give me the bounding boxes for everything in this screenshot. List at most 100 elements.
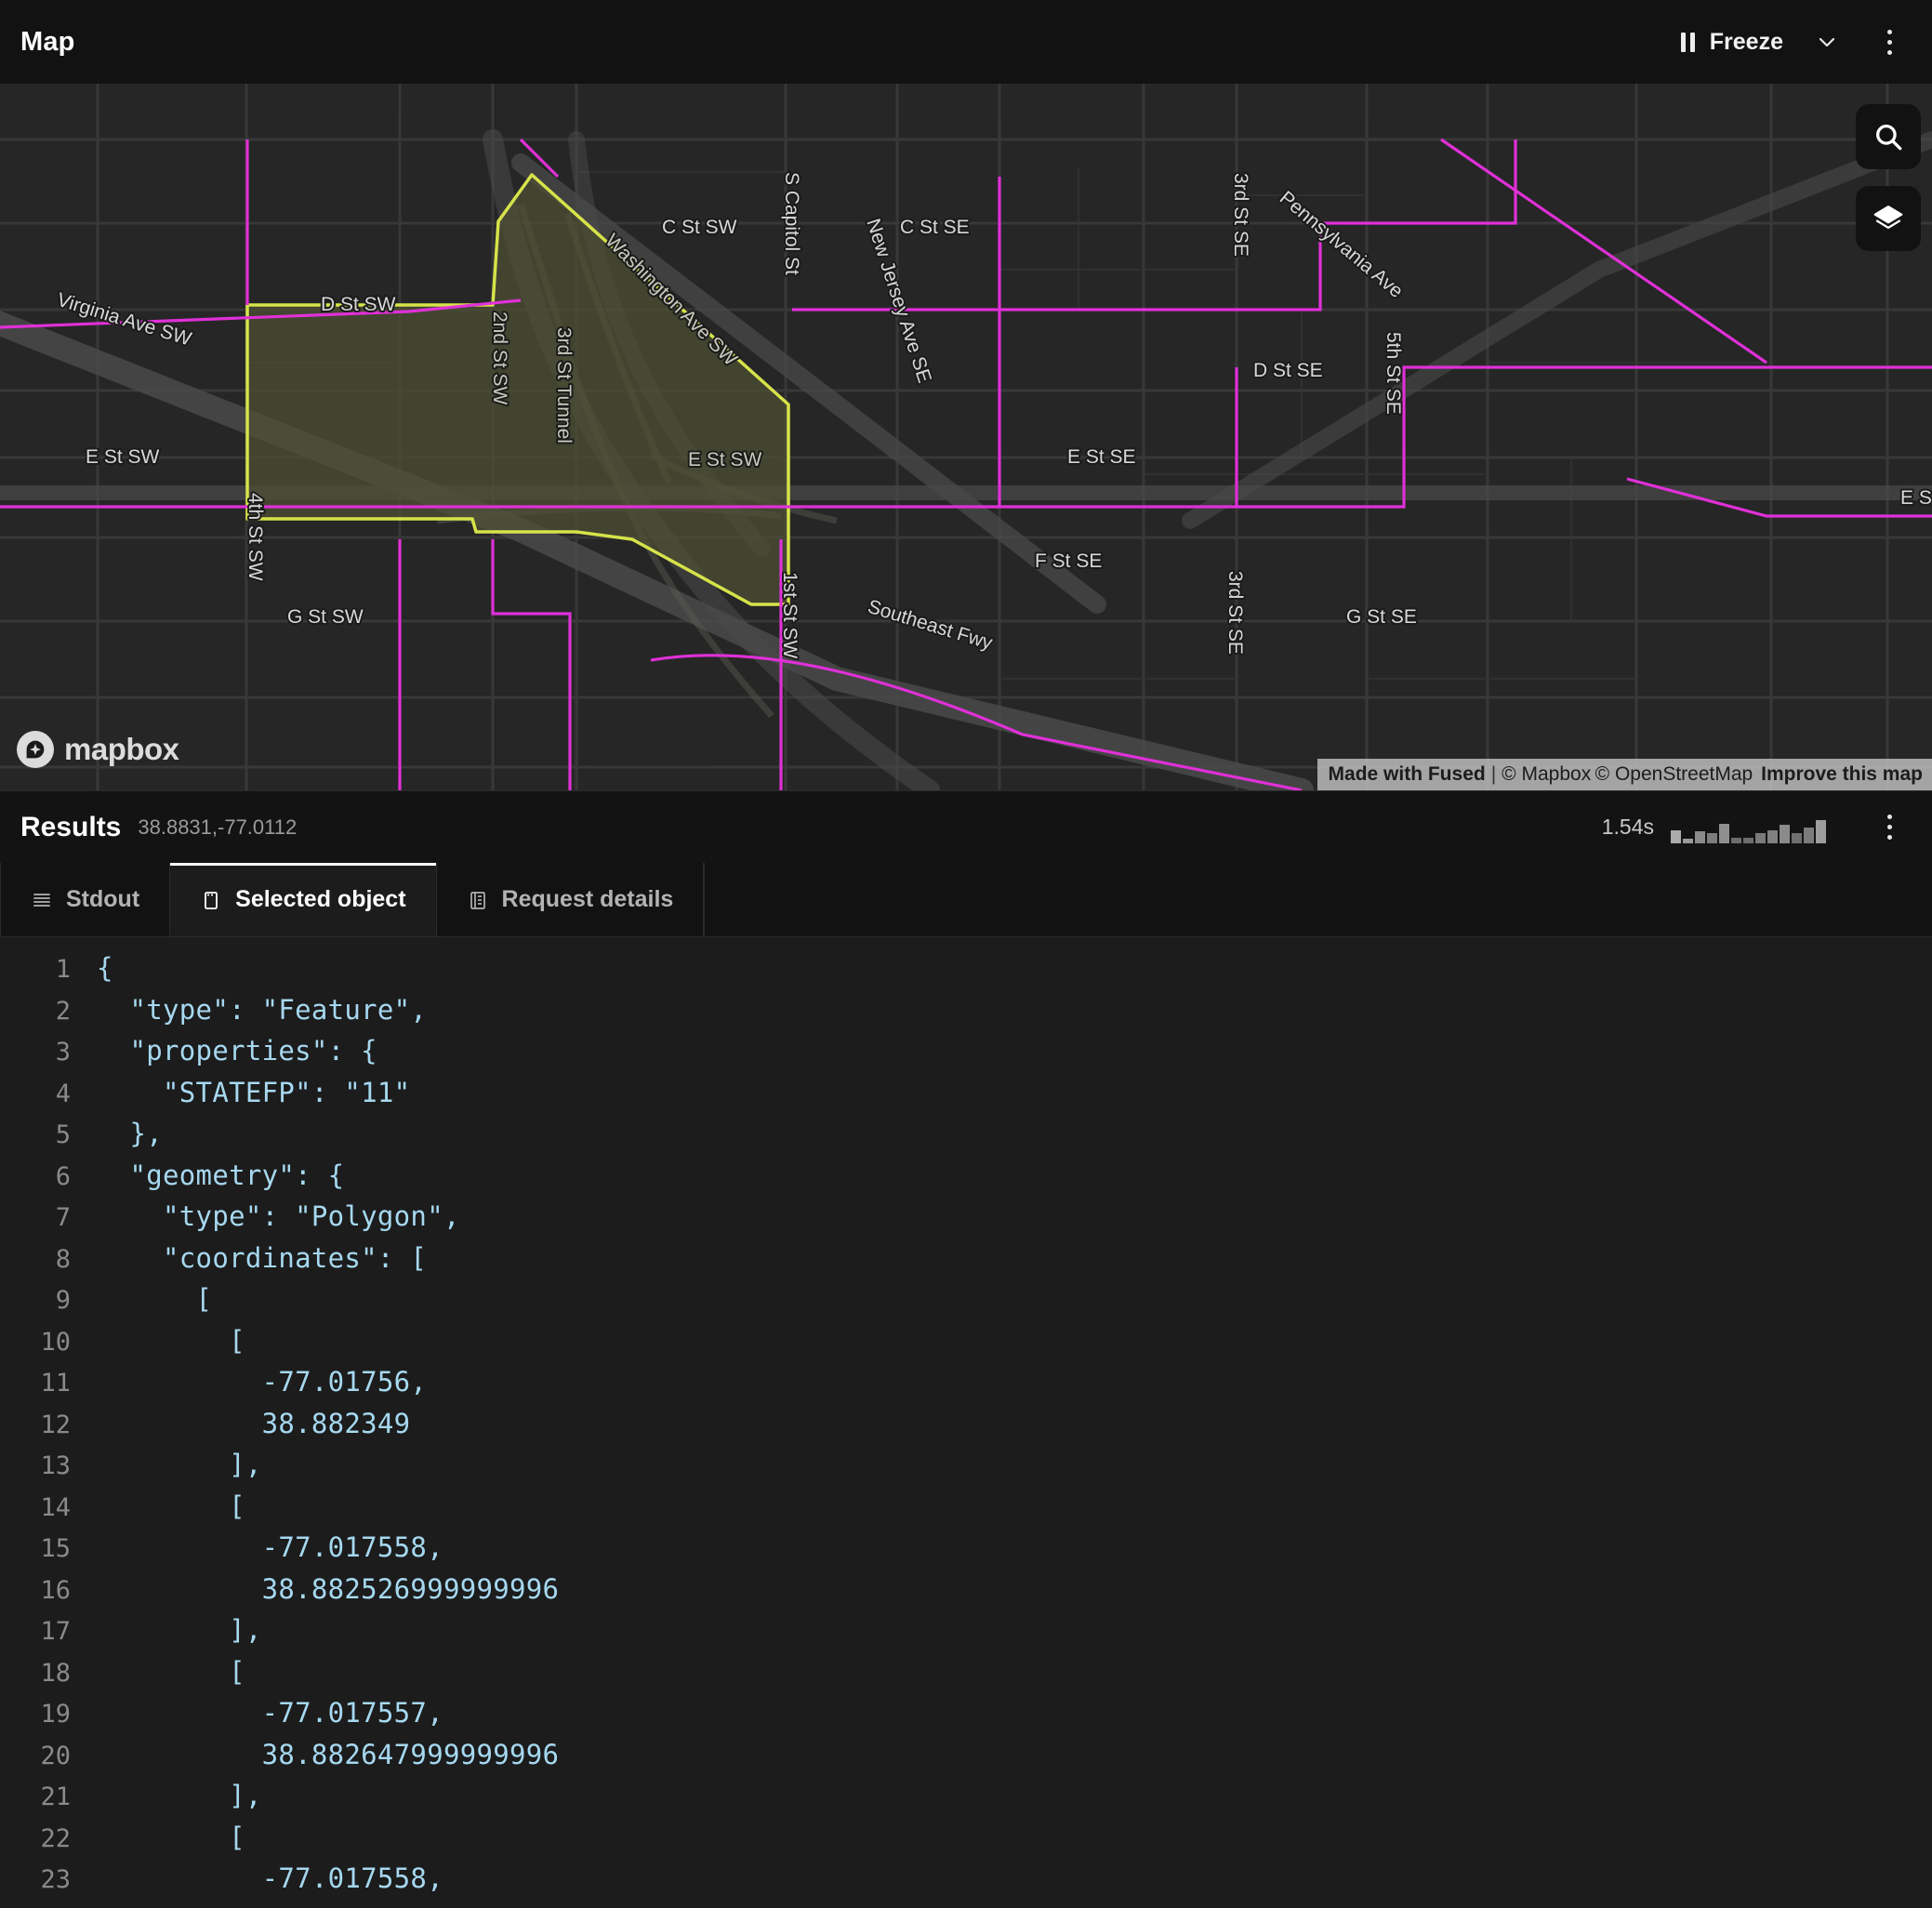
line-number: 20 (0, 1742, 71, 1770)
more-vertical-icon[interactable] (1871, 21, 1908, 62)
code-line-text: -77.017557, (97, 1697, 443, 1729)
code-line-text: "geometry": { (97, 1159, 344, 1191)
svg-text:S Capitol St: S Capitol St (781, 172, 802, 275)
selected-object-code-viewer[interactable]: 1{2 "type": "Feature",3 "properties": {4… (0, 937, 1932, 1908)
request-timing: 1.54s (1602, 815, 1654, 840)
tab-stdout[interactable]: Stdout (0, 863, 170, 936)
code-line: 1{ (0, 952, 1932, 994)
line-number: 4 (0, 1080, 71, 1108)
code-line-text: [ (97, 1822, 245, 1853)
code-line: 17 ], (0, 1614, 1932, 1656)
svg-text:4th St SW: 4th St SW (245, 493, 266, 581)
search-icon[interactable] (1856, 104, 1921, 169)
line-number: 22 (0, 1824, 71, 1853)
line-number: 2 (0, 997, 71, 1026)
code-line-text: -77.017558, (97, 1862, 443, 1894)
map-attribution: Made with Fused | © Mapbox © OpenStreetM… (1317, 759, 1932, 790)
code-line: 4 "STATEFP": "11" (0, 1077, 1932, 1119)
code-line-text: 38.882647999999996 (97, 1739, 559, 1770)
sparkline-bar (1804, 828, 1814, 842)
attribution-improve-map[interactable]: Improve this map (1761, 763, 1923, 786)
line-number: 16 (0, 1576, 71, 1605)
results-more-vertical-icon[interactable] (1871, 807, 1908, 848)
tabs-filler (704, 863, 1932, 936)
app-root: Map Freeze (0, 0, 1932, 1908)
code-line-text: 38.882526999999996 (97, 1573, 559, 1605)
sparkline-bar (1755, 833, 1766, 843)
tab-request-details[interactable]: Request details (437, 863, 705, 936)
sparkline-bar (1816, 820, 1826, 842)
svg-text:2nd St SW: 2nd St SW (489, 311, 510, 405)
code-line-text: "type": "Feature", (97, 994, 427, 1026)
svg-text:E S: E S (1900, 487, 1932, 509)
code-line: 16 38.882526999999996 (0, 1573, 1932, 1615)
svg-text:3rd St SE: 3rd St SE (1230, 173, 1251, 257)
map-vector-layer: Virginia Ave SW D St SW E St SW 4th St S… (0, 84, 1932, 790)
line-number: 19 (0, 1700, 71, 1729)
mapbox-wordmark: mapbox (64, 732, 179, 767)
tab-label: Stdout (66, 886, 139, 913)
code-line: 13 ], (0, 1449, 1932, 1491)
results-coordinates: 38.8831,-77.0112 (138, 815, 297, 840)
code-line-text: [ (97, 1283, 212, 1315)
code-line-text: }, (97, 1118, 163, 1149)
layers-icon[interactable] (1856, 186, 1921, 251)
line-number: 9 (0, 1286, 71, 1315)
results-title: Results (20, 812, 121, 843)
list-icon (31, 889, 53, 911)
line-number: 6 (0, 1162, 71, 1191)
code-line-text: ], (97, 1614, 262, 1646)
freeze-button-label: Freeze (1710, 29, 1783, 56)
code-line-text: 38.88314 (97, 1904, 394, 1908)
code-line: 2 "type": "Feature", (0, 994, 1932, 1036)
code-line: 21 ], (0, 1780, 1932, 1822)
mapbox-logo[interactable]: mapbox (17, 731, 179, 768)
line-number: 14 (0, 1493, 71, 1522)
line-number: 5 (0, 1120, 71, 1149)
line-number: 23 (0, 1865, 71, 1894)
code-line-text: ], (97, 1780, 262, 1811)
sparkline-bar (1719, 824, 1729, 842)
map-canvas[interactable]: Virginia Ave SW D St SW E St SW 4th St S… (0, 84, 1932, 790)
svg-text:5th St SE: 5th St SE (1383, 332, 1404, 415)
page-title: Map (20, 27, 75, 58)
mapbox-mark-icon (17, 731, 54, 768)
svg-text:3rd St Tunnel: 3rd St Tunnel (553, 327, 575, 444)
line-number: 13 (0, 1451, 71, 1480)
attribution-mapbox[interactable]: © Mapbox (1502, 763, 1591, 786)
freeze-button[interactable]: Freeze (1670, 21, 1794, 63)
code-line: 22 [ (0, 1822, 1932, 1863)
map-controls (1856, 104, 1921, 251)
code-line: 5 }, (0, 1118, 1932, 1159)
line-number: 3 (0, 1038, 71, 1067)
sparkline-bar (1671, 830, 1681, 843)
code-line: 10 [ (0, 1325, 1932, 1367)
code-line-text: "STATEFP": "11" (97, 1077, 410, 1108)
chevron-down-icon[interactable] (1811, 26, 1843, 58)
attribution-osm[interactable]: © OpenStreetMap (1595, 763, 1753, 786)
results-tabs: Stdout Selected object Request details (0, 863, 1932, 937)
code-line: 6 "geometry": { (0, 1159, 1932, 1201)
code-line: 12 38.882349 (0, 1408, 1932, 1450)
line-number: 10 (0, 1328, 71, 1357)
svg-text:G St SW: G St SW (287, 606, 364, 628)
tab-selected-object[interactable]: Selected object (170, 863, 436, 936)
svg-text:3rd St SE: 3rd St SE (1224, 571, 1246, 655)
svg-text:D St SE: D St SE (1253, 360, 1323, 381)
line-number: 21 (0, 1782, 71, 1811)
code-line-text: { (97, 952, 113, 984)
document-icon (467, 889, 489, 911)
code-line-text: "coordinates": [ (97, 1242, 427, 1274)
svg-text:D St SW: D St SW (321, 294, 396, 315)
code-line: 9 [ (0, 1283, 1932, 1325)
code-line: 15 -77.017558, (0, 1531, 1932, 1573)
sparkline-bar (1792, 833, 1802, 842)
line-number: 7 (0, 1203, 71, 1232)
pause-icon (1681, 33, 1695, 52)
code-line-text: -77.017558, (97, 1531, 443, 1563)
tab-label: Selected object (235, 886, 405, 913)
code-line-text: "type": "Polygon", (97, 1200, 460, 1232)
results-bar-right: 1.54s (1602, 807, 1908, 848)
code-line: 14 [ (0, 1491, 1932, 1532)
header-actions: Freeze (1670, 21, 1908, 63)
